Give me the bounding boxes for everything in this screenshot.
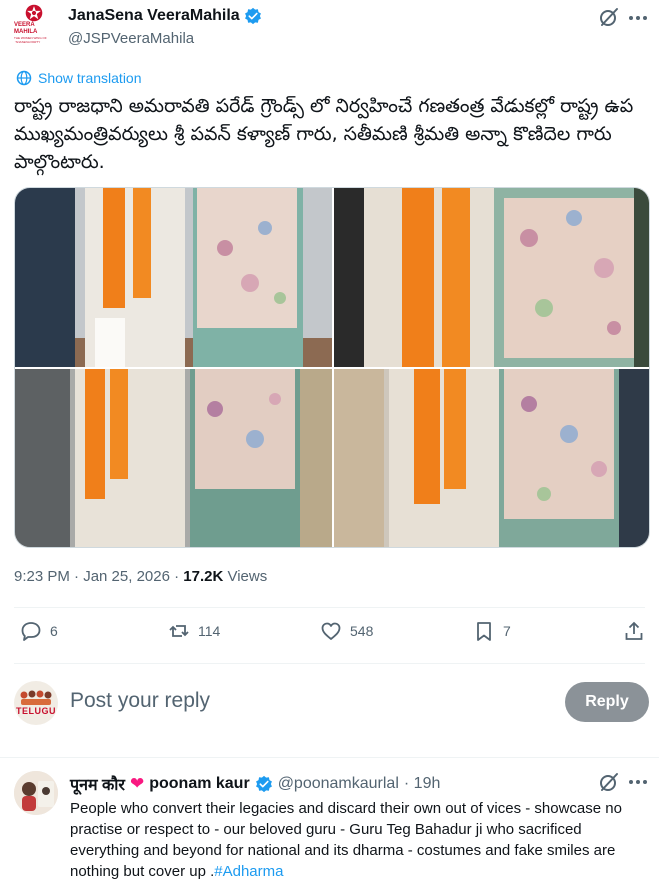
janasena-star-logo-icon <box>25 4 43 22</box>
reply-author-handle[interactable]: @poonamkaurlal <box>278 775 399 793</box>
author-avatar[interactable]: VEERA MAHILA THE WOMEN WING OF JANASENA … <box>14 4 54 44</box>
thread-separator <box>0 757 659 758</box>
post-text: రాష్ట్ర రాజధాని అమరావతి పరేడ్ గ్రౌండ్స్ … <box>14 95 634 173</box>
like-action[interactable]: 548 <box>320 620 373 642</box>
photo-3[interactable] <box>15 369 332 547</box>
avatar-subtext: THE WOMEN WING OF JANASENA PARTY <box>14 36 47 44</box>
like-icon <box>321 622 341 640</box>
bookmark-action[interactable]: 7 <box>473 620 511 642</box>
bookmark-icon <box>477 622 491 641</box>
author-handle[interactable]: @JSPVeeraMahila <box>68 30 194 47</box>
verified-badge-icon <box>255 775 272 793</box>
more-icon[interactable] <box>628 15 648 21</box>
repost-action[interactable]: 114 <box>168 620 220 642</box>
hashtag-link[interactable]: #Adharma <box>214 863 283 880</box>
show-translation-link[interactable]: Show translation <box>16 70 142 86</box>
reply-text: People who convert their legacies and di… <box>70 798 645 882</box>
like-count: 548 <box>350 623 374 639</box>
post-time[interactable]: 9:23 PM · Jan 25, 2026 · <box>14 568 183 585</box>
share-action[interactable] <box>623 620 645 642</box>
grok-icon[interactable] <box>598 771 620 793</box>
views-label: Views <box>223 568 268 585</box>
repost-count: 114 <box>198 623 221 639</box>
divider-bottom <box>14 663 645 664</box>
photo-2[interactable] <box>334 188 649 367</box>
photo-2-image <box>334 188 649 367</box>
reply-author-avatar[interactable] <box>14 771 58 815</box>
photo-1[interactable] <box>15 188 332 367</box>
action-bar: 6 114 548 7 <box>0 620 659 650</box>
reply-header: पूनम कौर ❤ poonam kaur @poonamkaurlal · … <box>70 773 440 795</box>
author-name[interactable]: JanaSena VeeraMahila <box>68 7 262 25</box>
photo-3-image <box>15 369 332 547</box>
avatar-people-icon <box>20 690 52 705</box>
verified-badge-icon <box>244 7 261 25</box>
bookmark-count: 7 <box>503 623 511 639</box>
my-avatar[interactable]: TELUGU <box>14 681 58 725</box>
divider-top <box>14 607 645 608</box>
reply-count: 6 <box>50 623 58 639</box>
reply-time[interactable]: · 19h <box>404 775 440 793</box>
avatar-text: VEERA MAHILA <box>14 22 38 35</box>
reply-author-name-hindi[interactable]: पूनम कौर <box>70 773 125 795</box>
share-icon <box>625 621 643 640</box>
reply-button[interactable]: Reply <box>565 682 649 722</box>
views-count: 17.2K <box>183 568 224 585</box>
repost-icon <box>169 625 189 637</box>
reply-text-body: People who convert their legacies and di… <box>70 800 622 880</box>
show-translation-label[interactable]: Show translation <box>38 70 142 86</box>
reply-input[interactable]: Post your reply <box>70 689 210 713</box>
reply-avatar-image <box>14 771 58 815</box>
more-icon[interactable] <box>628 779 648 785</box>
reply-author-name[interactable]: poonam kaur <box>149 775 249 793</box>
reply-action[interactable]: 6 <box>20 620 58 642</box>
photo-grid[interactable] <box>14 187 650 548</box>
photo-4[interactable] <box>334 369 649 547</box>
photo-1-image <box>15 188 332 367</box>
reply-icon <box>21 622 41 641</box>
post-meta: 9:23 PM · Jan 25, 2026 · 17.2K Views <box>14 568 267 585</box>
author-name-text[interactable]: JanaSena VeeraMahila <box>68 7 240 25</box>
avatar-telugu-text: TELUGU <box>16 706 56 716</box>
grok-icon[interactable] <box>598 6 620 28</box>
photo-4-image <box>334 369 649 547</box>
heart-emoji: ❤ <box>129 774 145 793</box>
translate-icon <box>16 70 32 86</box>
